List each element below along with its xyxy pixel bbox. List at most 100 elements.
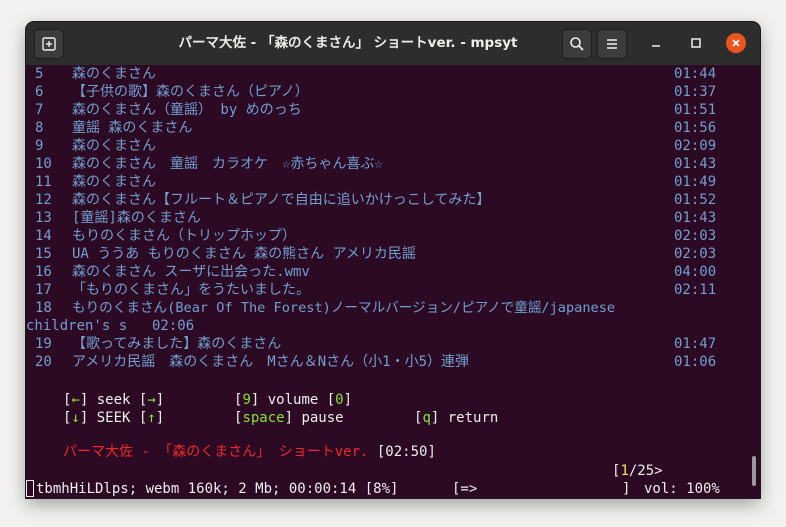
return-control: [q] return	[414, 410, 499, 426]
text-cursor	[26, 480, 34, 497]
progress-end: ]	[622, 480, 630, 498]
item-title: UA ううあ もりのくまさん 森の熊さん アメリカ民謡	[72, 246, 416, 262]
item-number: 17	[35, 282, 52, 298]
item-duration: 02:06	[152, 318, 195, 334]
close-icon	[732, 39, 740, 47]
item-duration: 01:56	[674, 120, 717, 136]
item-title: もりのくまさん(Bear Of The Forest)ノーマルバージョン/ピアノ…	[72, 300, 616, 316]
maximize-button[interactable]	[682, 29, 710, 57]
big-seek-controls: [↓] SEEK [↑]	[63, 410, 165, 426]
volume-controls: [9] volume [0]	[234, 392, 353, 408]
queue-position: [1/25>	[612, 463, 663, 479]
item-number: 19	[35, 336, 52, 352]
terminal-window: パーマ大佐 - 「森のくまさん」 ショートver. - mpsyt 5 森のくま…	[26, 22, 760, 498]
window-title: パーマ大佐 - 「森のくまさん」 ショートver. - mpsyt	[178, 35, 518, 51]
terminal-area[interactable]: 5 森のくまさん 01:44 6 【子供の歌】森のくまさん（ピアノ） 01:37 7 森の…	[26, 65, 760, 498]
progress-indicator: [=>	[452, 481, 478, 497]
item-number: 20	[35, 354, 52, 370]
minimize-icon	[652, 45, 660, 47]
item-number: 14	[35, 228, 52, 244]
item-number: 10	[35, 156, 52, 172]
queue-current: 1	[620, 463, 629, 479]
close-button[interactable]	[722, 29, 750, 57]
item-number: 13	[35, 210, 52, 226]
item-number: 5	[35, 66, 44, 82]
search-button[interactable]	[562, 29, 592, 59]
big-seek-label: SEEK	[96, 410, 131, 426]
item-duration: 02:11	[674, 282, 717, 298]
close-circle	[726, 33, 746, 53]
item-title: 森のくまさん	[72, 66, 156, 82]
down-arrow-key: ↓	[71, 410, 80, 426]
volume-up-key: 0	[335, 392, 344, 408]
item-duration: 01:43	[674, 210, 717, 226]
item-number: 18	[35, 300, 52, 316]
pause-label: pause	[301, 410, 344, 426]
item-number: 6	[35, 84, 44, 100]
item-title: 森のくまさん スーザに出会った.wmv	[72, 264, 310, 280]
now-playing: パーマ大佐 - 「森のくまさん」 ショートver. [02:50]	[63, 443, 436, 461]
pause-control: [space] pause	[234, 410, 344, 426]
item-duration: 01:37	[674, 84, 717, 100]
item-number: 7	[35, 102, 44, 118]
item-number: 8	[35, 120, 44, 136]
q-key: q	[422, 410, 431, 426]
item-number: 15	[35, 246, 52, 262]
left-arrow-key: ←	[71, 392, 80, 408]
item-duration: 01:49	[674, 174, 717, 190]
item-duration: 02:09	[674, 138, 717, 154]
item-title: アメリカ民謡 森のくまさん Mさん＆Nさん（小1・小5）連弾	[72, 354, 470, 370]
item-title: 【子供の歌】森のくまさん（ピアノ）	[72, 84, 309, 100]
status-info: tbmhHiLDlps; webm 160k; 2 Mb; 00:00:14 […	[36, 481, 399, 497]
maximize-icon	[691, 38, 701, 48]
queue-total: /25>	[628, 463, 663, 479]
item-number: 11	[35, 174, 52, 190]
search-icon	[570, 37, 584, 51]
item-title: 「もりのくまさん」をうたいました。	[72, 282, 310, 298]
status-line: tbmhHiLDlps; webm 160k; 2 Mb; 00:00:14 […	[36, 480, 398, 498]
item-title: 童謡 森のくまさん	[72, 120, 193, 136]
item-title: 森のくまさん	[72, 138, 156, 154]
item-duration: 01:06	[674, 354, 717, 370]
item-title: 森のくまさん【フルート＆ピアノで自由に追いかけっこしてみた】	[72, 192, 491, 208]
item-number: 16	[35, 264, 52, 280]
volume-label: volume	[267, 392, 319, 408]
hamburger-menu-icon	[607, 39, 617, 49]
volume-status: vol: 100%	[644, 480, 720, 498]
item-duration: 01:43	[674, 156, 717, 172]
new-tab-icon	[42, 37, 56, 51]
new-tab-button[interactable]	[34, 29, 64, 59]
volume-down-key: 9	[242, 392, 251, 408]
item-duration: 02:03	[674, 228, 717, 244]
minimize-button[interactable]	[642, 29, 670, 57]
item-duration: 01:47	[674, 336, 717, 352]
item-title: もりのくまさん（トリップホップ）	[72, 228, 296, 244]
item-duration: 02:03	[674, 246, 717, 262]
item-title: 森のくまさん（童謡） by めのっち	[72, 102, 302, 118]
item-title: 森のくまさん 童謡 カラオケ ☆赤ちゃん喜ぶ☆	[72, 156, 383, 172]
scrollbar[interactable]	[752, 456, 756, 486]
item-number: 9	[35, 138, 44, 154]
menu-button[interactable]	[597, 29, 627, 59]
item-title: 【歌ってみました】森のくまさん	[72, 336, 282, 352]
progress-end-bracket: ]	[622, 481, 631, 497]
volume-value: vol: 100%	[644, 481, 720, 497]
progress-bar: [=>	[452, 480, 477, 498]
return-label: return	[447, 410, 499, 426]
item-title: [童謡]森のくまさん	[72, 210, 201, 226]
seek-controls: [←] seek [→]	[63, 392, 165, 408]
title-bar: パーマ大佐 - 「森のくまさん」 ショートver. - mpsyt	[26, 22, 760, 65]
item-duration: 01:51	[674, 102, 717, 118]
item-duration: 01:44	[674, 66, 717, 82]
space-key: space	[242, 410, 285, 426]
item-number: 12	[35, 192, 52, 208]
item-title-continuation: children's s	[26, 318, 128, 334]
item-title: 森のくまさん	[72, 174, 156, 190]
now-playing-title: パーマ大佐 - 「森のくまさん」 ショートver.	[63, 444, 369, 460]
right-arrow-key: →	[147, 392, 156, 408]
up-arrow-key: ↑	[147, 410, 156, 426]
item-duration: 04:00	[674, 264, 717, 280]
now-playing-duration: [02:50]	[376, 444, 436, 460]
item-duration: 01:52	[674, 192, 717, 208]
seek-label: seek	[96, 392, 131, 408]
